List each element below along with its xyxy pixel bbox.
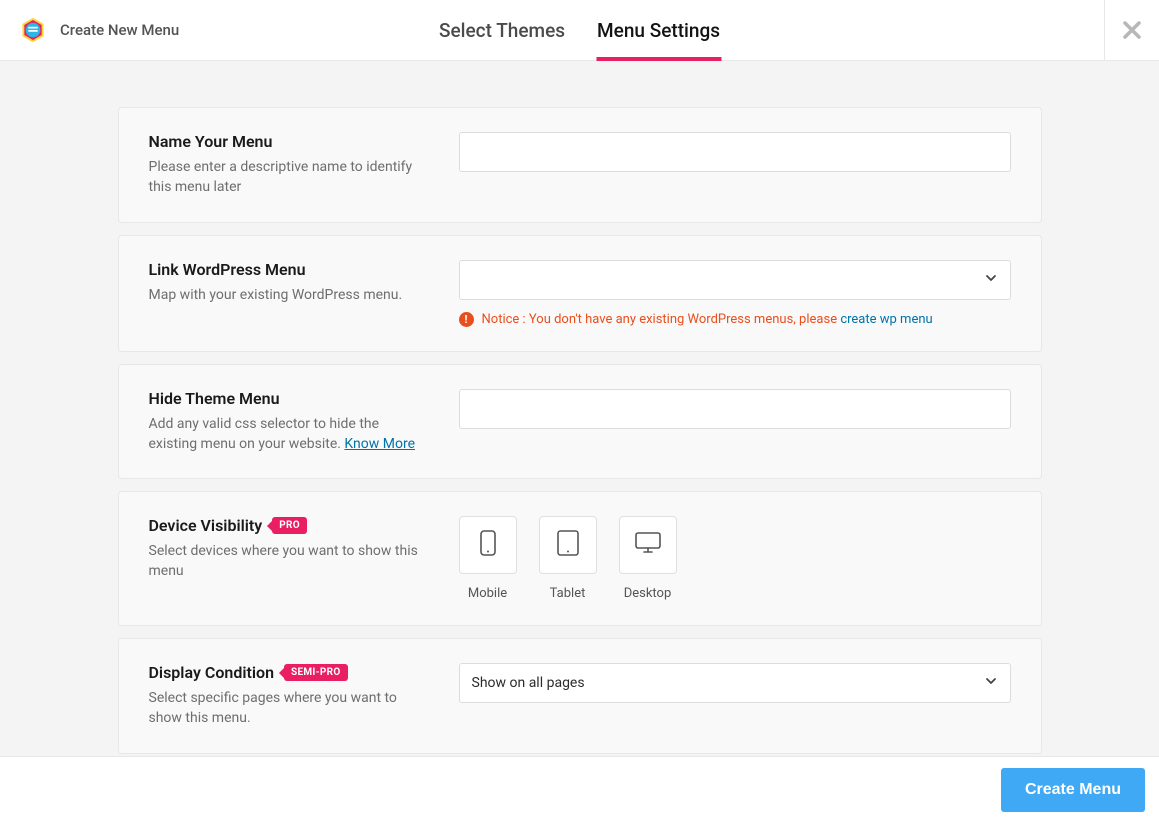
css-selector-input[interactable] [459,389,1011,429]
page-title: Create New Menu [60,21,179,39]
app-logo-icon [20,17,46,43]
device-label: Tablet [550,586,586,601]
tab-select-themes[interactable]: Select Themes [438,0,566,60]
tabs: Select Themes Menu Settings [438,0,721,60]
alert-icon: ! [459,312,474,327]
know-more-link[interactable]: Know More [344,436,415,452]
section-desc: Add any valid css selector to hide the e… [149,414,419,455]
header-left: Create New Menu [0,17,179,43]
pro-badge: PRO [272,517,307,534]
display-condition-select[interactable]: Show on all pages [459,663,1011,703]
semi-pro-badge: SEMI-PRO [284,664,348,681]
section-desc: Map with your existing WordPress menu. [149,285,419,305]
close-button[interactable] [1104,0,1159,61]
section-desc: Select devices where you want to show th… [149,541,419,582]
notice-text: Notice : You don't have any existing Wor… [482,312,841,327]
section-name-menu: Name Your Menu Please enter a descriptiv… [118,107,1042,223]
section-link-wp-menu: Link WordPress Menu Map with your existi… [118,235,1042,352]
section-title: Display Condition SEMI-PRO [149,663,419,682]
create-menu-button[interactable]: Create Menu [1001,768,1145,812]
content-area: Name Your Menu Please enter a descriptiv… [0,61,1159,756]
section-hide-theme-menu: Hide Theme Menu Add any valid css select… [118,364,1042,480]
close-icon [1123,17,1141,45]
device-label: Desktop [624,586,672,601]
chevron-down-icon [984,674,998,692]
create-wp-menu-link[interactable]: create wp menu [840,312,932,327]
section-title: Device Visibility PRO [149,516,419,535]
modal-header: Create New Menu Select Themes Menu Setti… [0,0,1159,61]
device-label: Mobile [468,586,507,601]
section-desc: Select specific pages where you want to … [149,688,419,729]
tablet-icon [556,529,580,561]
select-value: Show on all pages [472,675,585,691]
section-desc: Please enter a descriptive name to ident… [149,157,419,198]
device-list: Mobile Tablet [459,516,1011,601]
menu-name-input[interactable] [459,132,1011,172]
desktop-icon [634,531,662,559]
section-display-condition: Display Condition SEMI-PRO Select specif… [118,638,1042,754]
wp-menu-notice: ! Notice : You don't have any existing W… [459,312,1011,327]
section-title: Name Your Menu [149,132,419,151]
device-desktop[interactable]: Desktop [619,516,677,601]
content-inner: Name Your Menu Please enter a descriptiv… [118,107,1042,754]
modal-footer: Create Menu [0,756,1159,822]
tab-menu-settings[interactable]: Menu Settings [596,0,721,60]
wp-menu-select[interactable] [459,260,1011,300]
device-mobile[interactable]: Mobile [459,516,517,601]
device-tablet[interactable]: Tablet [539,516,597,601]
section-title: Link WordPress Menu [149,260,419,279]
section-device-visibility: Device Visibility PRO Select devices whe… [118,491,1042,626]
chevron-down-icon [984,271,998,289]
mobile-icon [478,530,498,560]
section-title: Hide Theme Menu [149,389,419,408]
